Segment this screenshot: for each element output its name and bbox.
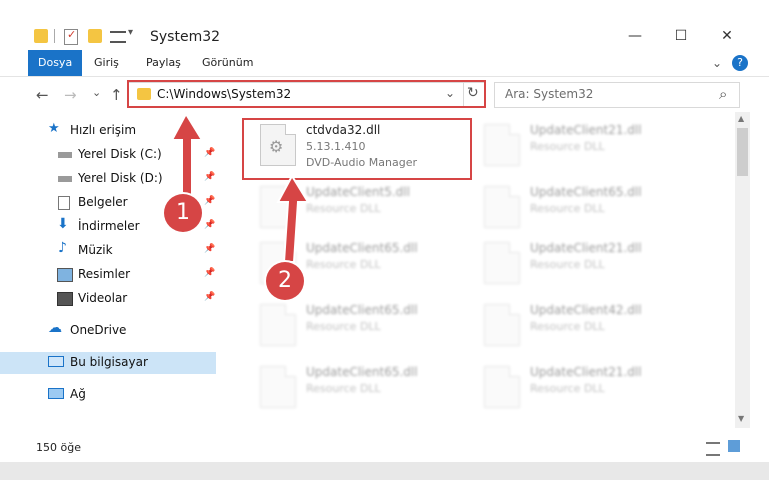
- details-view-icon[interactable]: [706, 442, 720, 456]
- arrow-1: [170, 111, 204, 203]
- arrow-2: [276, 173, 310, 263]
- annotation-arrows: [170, 111, 310, 263]
- status-bar: 150 öğe: [0, 432, 769, 460]
- step-2-badge: 2: [266, 262, 304, 300]
- step-1-badge: 1: [164, 194, 202, 232]
- item-count: 150 öğe: [36, 441, 81, 454]
- large-icons-view-icon[interactable]: [728, 440, 740, 452]
- window-bottom-edge: [0, 462, 769, 480]
